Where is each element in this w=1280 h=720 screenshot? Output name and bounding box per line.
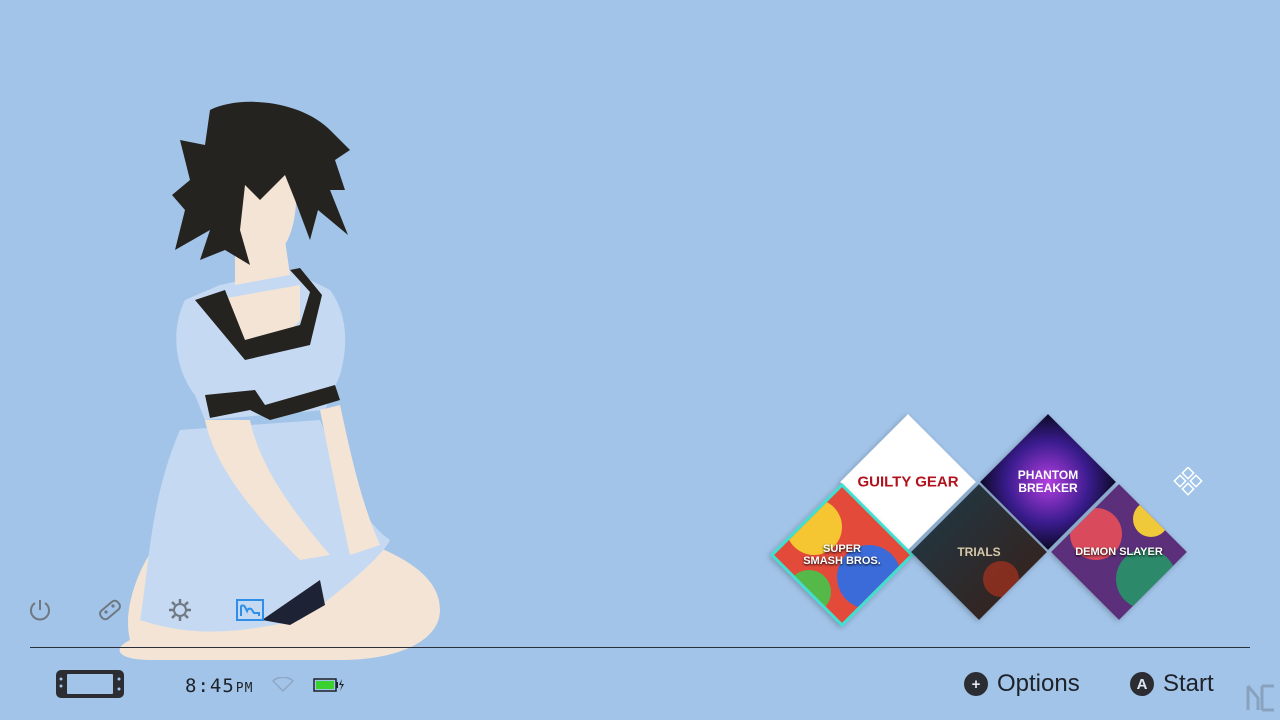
clock-time: 8:45 (185, 675, 235, 697)
options-hint[interactable]: + Options (964, 670, 1080, 698)
divider (30, 647, 1250, 648)
game-title-line: SMASH BROS. (803, 555, 881, 567)
a-button-icon: A (1130, 672, 1154, 696)
game-title-line: SUPER (823, 543, 861, 555)
options-label: Options (997, 670, 1080, 697)
power-icon[interactable] (26, 596, 54, 624)
clock: 8:45PM (185, 675, 253, 697)
wifi-icon (271, 676, 295, 698)
console-icon (55, 669, 125, 699)
gear-icon[interactable] (166, 596, 194, 624)
game-title-line: GUILTY GEAR (857, 473, 959, 491)
grid-diamonds-icon[interactable] (1172, 466, 1204, 499)
album-icon[interactable] (236, 596, 264, 624)
game-title-line: TRIALS (957, 545, 1001, 559)
game-title-line: BREAKER (1018, 481, 1078, 495)
plus-button-icon: + (964, 672, 988, 696)
watermark-icon (1246, 684, 1276, 717)
controller-icon[interactable] (96, 596, 124, 624)
clock-ampm: PM (235, 681, 254, 696)
battery-charging-icon (313, 678, 345, 697)
start-label: Start (1163, 670, 1214, 697)
start-hint[interactable]: A Start (1130, 670, 1214, 698)
game-title-line: DEMON SLAYER (1075, 546, 1163, 558)
